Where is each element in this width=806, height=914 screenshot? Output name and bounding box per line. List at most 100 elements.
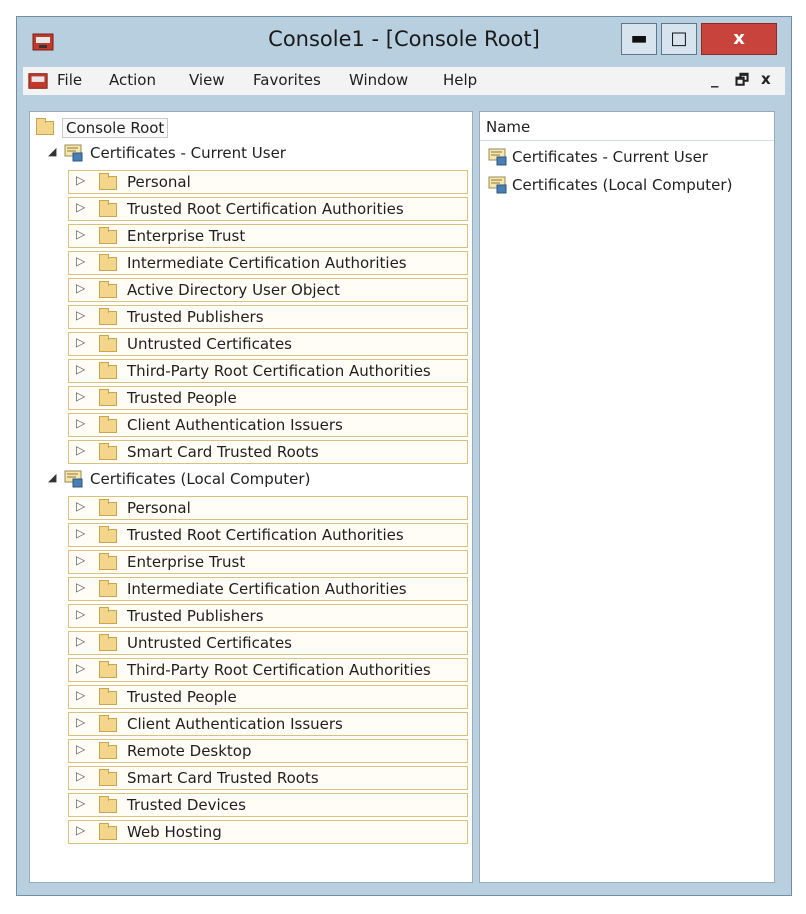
folder-icon: [99, 553, 117, 570]
expand-arrow-icon[interactable]: ▷: [76, 580, 85, 594]
mmc-menu-icon[interactable]: [27, 70, 49, 92]
tree-item-third-party-root-certification-authorities[interactable]: ▷ Third-Party Root Certification Authorit…: [68, 359, 468, 383]
expand-arrow-icon[interactable]: ▷: [76, 335, 85, 349]
column-header-name[interactable]: Name: [486, 118, 530, 136]
expand-arrow-icon[interactable]: ▷: [76, 443, 85, 457]
tree-item-web-hosting[interactable]: ▷ Web Hosting: [68, 820, 468, 844]
expand-arrow-icon[interactable]: ▷: [76, 308, 85, 322]
tree-item-label: Trusted Root Certification Authorities: [127, 526, 404, 544]
tree-item-personal[interactable]: ▷ Personal: [68, 170, 468, 194]
folder-icon: [99, 634, 117, 651]
expand-triangle-icon[interactable]: ◢: [48, 471, 56, 484]
expand-arrow-icon[interactable]: ▷: [76, 173, 85, 187]
tree-item-client-authentication-issuers[interactable]: ▷ Client Authentication Issuers: [68, 413, 468, 437]
tree-item-trusted-root-certification-authorities[interactable]: ▷ Trusted Root Certification Authorities: [68, 523, 468, 547]
tree-item-trusted-people[interactable]: ▷ Trusted People: [68, 386, 468, 410]
menu-action[interactable]: Action: [109, 71, 156, 89]
tree-item-trusted-publishers[interactable]: ▷ Trusted Publishers: [68, 604, 468, 628]
tree-item-third-party-root-certification-authorities[interactable]: ▷ Third-Party Root Certification Authorit…: [68, 658, 468, 682]
tree-item-trusted-publishers[interactable]: ▷ Trusted Publishers: [68, 305, 468, 329]
folder-icon: [99, 389, 117, 406]
expand-arrow-icon[interactable]: ▷: [76, 823, 85, 837]
folder-icon: [99, 742, 117, 759]
folder-icon: [99, 715, 117, 732]
expand-arrow-icon[interactable]: ▷: [76, 742, 85, 756]
menu-help[interactable]: Help: [443, 71, 477, 89]
child-minimize-button[interactable]: _: [711, 70, 719, 88]
tree-item-smart-card-trusted-roots[interactable]: ▷ Smart Card Trusted Roots: [68, 440, 468, 464]
folder-icon: [99, 443, 117, 460]
maximize-icon: □: [670, 28, 688, 49]
certificate-snapin-icon: [64, 144, 83, 162]
close-button[interactable]: x: [701, 23, 777, 55]
tree-item-trusted-root-certification-authorities[interactable]: ▷ Trusted Root Certification Authorities: [68, 197, 468, 221]
folder-icon: [36, 118, 54, 135]
tree-item-label: Enterprise Trust: [127, 553, 246, 571]
tree-item-personal[interactable]: ▷ Personal: [68, 496, 468, 520]
menu-view[interactable]: View: [189, 71, 225, 89]
tree-group-label: Certificates (Local Computer): [90, 470, 311, 488]
expand-arrow-icon[interactable]: ▷: [76, 607, 85, 621]
expand-arrow-icon[interactable]: ▷: [76, 769, 85, 783]
menu-window[interactable]: Window: [349, 71, 408, 89]
tree-item-active-directory-user-object[interactable]: ▷ Active Directory User Object: [68, 278, 468, 302]
expand-arrow-icon[interactable]: ▷: [76, 688, 85, 702]
tree-item-label: Trusted Publishers: [127, 607, 264, 625]
menu-bar: File Action View Favorites Window Help _…: [23, 67, 785, 95]
tree-item-enterprise-trust[interactable]: ▷ Enterprise Trust: [68, 224, 468, 248]
tree-item-label: Client Authentication Issuers: [127, 416, 343, 434]
tree-item-smart-card-trusted-roots[interactable]: ▷ Smart Card Trusted Roots: [68, 766, 468, 790]
tree-item-untrusted-certificates[interactable]: ▷ Untrusted Certificates: [68, 631, 468, 655]
maximize-button[interactable]: □: [661, 23, 697, 55]
expand-triangle-icon[interactable]: ◢: [48, 145, 56, 158]
tree-item-untrusted-certificates[interactable]: ▷ Untrusted Certificates: [68, 332, 468, 356]
expand-arrow-icon[interactable]: ▷: [76, 553, 85, 567]
tree-item-label: Active Directory User Object: [127, 281, 340, 299]
expand-arrow-icon[interactable]: ▷: [76, 661, 85, 675]
expand-arrow-icon[interactable]: ▷: [76, 499, 85, 513]
expand-arrow-icon[interactable]: ▷: [76, 227, 85, 241]
tree-item-label: Untrusted Certificates: [127, 634, 292, 652]
minimize-button[interactable]: ▬: [621, 23, 657, 55]
folder-icon: [99, 200, 117, 217]
folder-icon: [99, 308, 117, 325]
expand-arrow-icon[interactable]: ▷: [76, 254, 85, 268]
close-icon: x: [733, 28, 745, 49]
menu-favorites[interactable]: Favorites: [253, 71, 321, 89]
column-header-divider: [480, 140, 774, 141]
folder-icon: [99, 769, 117, 786]
expand-arrow-icon[interactable]: ▷: [76, 200, 85, 214]
tree-item-trusted-devices[interactable]: ▷ Trusted Devices: [68, 793, 468, 817]
tree-item-label: Smart Card Trusted Roots: [127, 443, 319, 461]
expand-arrow-icon[interactable]: ▷: [76, 715, 85, 729]
folder-icon: [99, 526, 117, 543]
expand-arrow-icon[interactable]: ▷: [76, 796, 85, 810]
tree-item-enterprise-trust[interactable]: ▷ Enterprise Trust: [68, 550, 468, 574]
results-pane: Name Certificates - Current User Certifi…: [479, 111, 775, 883]
child-restore-button[interactable]: 🗗: [735, 70, 749, 95]
expand-arrow-icon[interactable]: ▷: [76, 389, 85, 403]
tree-item-client-authentication-issuers[interactable]: ▷ Client Authentication Issuers: [68, 712, 468, 736]
expand-arrow-icon[interactable]: ▷: [76, 281, 85, 295]
expand-arrow-icon[interactable]: ▷: [76, 526, 85, 540]
tree-item-intermediate-certification-authorities[interactable]: ▷ Intermediate Certification Authorities: [68, 577, 468, 601]
tree-item-remote-desktop[interactable]: ▷ Remote Desktop: [68, 739, 468, 763]
folder-icon: [99, 688, 117, 705]
folder-icon: [99, 416, 117, 433]
expand-arrow-icon[interactable]: ▷: [76, 362, 85, 376]
console-tree-pane: Console Root ◢ Certificates - Current Us…: [29, 111, 473, 883]
certificate-snapin-icon: [64, 470, 83, 488]
tree-item-label: Intermediate Certification Authorities: [127, 254, 407, 272]
tree-group-label: Certificates - Current User: [90, 144, 286, 162]
tree-item-trusted-people[interactable]: ▷ Trusted People: [68, 685, 468, 709]
expand-arrow-icon[interactable]: ▷: [76, 634, 85, 648]
child-close-button[interactable]: x: [761, 70, 771, 88]
tree-item-intermediate-certification-authorities[interactable]: ▷ Intermediate Certification Authorities: [68, 251, 468, 275]
expand-arrow-icon[interactable]: ▷: [76, 416, 85, 430]
folder-icon: [99, 173, 117, 190]
folder-icon: [99, 580, 117, 597]
menu-file[interactable]: File: [57, 71, 82, 89]
certificate-snapin-icon: [488, 148, 507, 166]
tree-item-label: Trusted People: [127, 688, 237, 706]
title-bar[interactable]: Console1 - [Console Root] ▬ □ x: [17, 17, 791, 65]
